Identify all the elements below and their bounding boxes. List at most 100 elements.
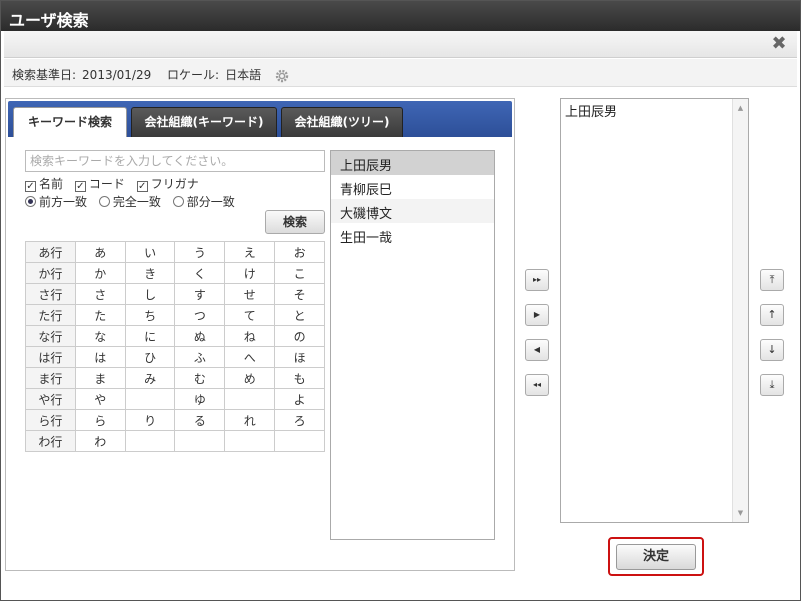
kana-row-header[interactable]: ま行 (25, 367, 76, 389)
result-item[interactable]: 上田辰男 (331, 151, 494, 175)
kana-cell[interactable]: ほ (274, 346, 325, 368)
kana-cell[interactable]: そ (274, 283, 325, 305)
checkbox-code[interactable]: ✓ コード (74, 175, 125, 192)
move-down-icon[interactable]: ↓ (760, 339, 784, 361)
result-item[interactable]: 大磯博文 (331, 199, 494, 223)
kana-cell[interactable]: れ (224, 409, 276, 431)
kana-cell[interactable]: ね (224, 325, 276, 347)
radio-partial-match[interactable]: 部分一致 (172, 193, 235, 210)
kana-cell (124, 430, 176, 452)
kana-cell[interactable]: し (124, 283, 176, 305)
kana-cell[interactable]: お (274, 241, 325, 263)
tab-keyword-search[interactable]: キーワード検索 (13, 107, 127, 137)
kana-cell[interactable]: こ (274, 262, 325, 284)
kana-cell[interactable]: と (274, 304, 325, 326)
kana-row-header[interactable]: や行 (25, 388, 76, 410)
kana-index-table: あ行あいうえおか行かきくけこさ行さしすせそた行たちつてとな行なにぬねのは行はひふ… (25, 241, 325, 452)
kana-cell[interactable]: み (124, 367, 176, 389)
search-button[interactable]: 検索 (265, 210, 325, 234)
kana-row-header[interactable]: さ行 (25, 283, 76, 305)
kana-cell[interactable]: る (174, 409, 226, 431)
kana-row-header[interactable]: か行 (25, 262, 76, 284)
kana-row-header[interactable]: あ行 (25, 241, 76, 263)
selected-user-item[interactable]: 上田辰男 (561, 99, 748, 120)
search-result-list: 上田辰男 青柳辰巳 大磯博文 生田一哉 (330, 150, 495, 540)
kana-cell[interactable]: あ (74, 241, 126, 263)
base-date-label: 検索基準日: (12, 68, 77, 82)
kana-cell[interactable]: よ (274, 388, 325, 410)
kana-cell[interactable]: ち (124, 304, 176, 326)
kana-cell[interactable]: い (124, 241, 176, 263)
kana-cell[interactable]: て (224, 304, 276, 326)
kana-cell[interactable]: め (224, 367, 276, 389)
kana-row: あ行あいうえお (25, 241, 325, 263)
kana-cell[interactable]: た (74, 304, 126, 326)
scroll-down-icon[interactable]: ▼ (733, 506, 748, 520)
kana-cell[interactable]: は (74, 346, 126, 368)
kana-cell[interactable]: り (124, 409, 176, 431)
kana-cell[interactable]: わ (74, 430, 126, 452)
scroll-up-icon[interactable]: ▲ (733, 101, 748, 115)
result-item[interactable]: 生田一哉 (331, 223, 494, 247)
scrollbar[interactable]: ▲ ▼ (732, 99, 748, 522)
decide-button[interactable]: 決定 (616, 544, 696, 570)
kana-cell[interactable]: え (224, 241, 276, 263)
kana-cell[interactable]: ふ (174, 346, 226, 368)
radio-prefix-match[interactable]: 前方一致 (25, 193, 87, 210)
kana-row: た行たちつてと (25, 304, 325, 326)
selected-user-list[interactable]: 上田辰男 ▲ ▼ (560, 98, 749, 523)
remove-icon[interactable]: ◀ (525, 339, 549, 361)
kana-cell[interactable]: む (174, 367, 226, 389)
kana-row-header[interactable]: な行 (25, 325, 76, 347)
kana-cell[interactable]: ぬ (174, 325, 226, 347)
checkbox-furigana[interactable]: ✓ フリガナ (136, 175, 199, 192)
add-icon[interactable]: ▶ (525, 304, 549, 326)
kana-cell[interactable]: け (224, 262, 276, 284)
kana-cell[interactable]: ら (74, 409, 126, 431)
kana-cell[interactable]: の (274, 325, 325, 347)
kana-cell[interactable]: ゆ (174, 388, 226, 410)
radio-exact-match[interactable]: 完全一致 (98, 193, 161, 210)
kana-row-header[interactable]: は行 (25, 346, 76, 368)
kana-cell[interactable]: へ (224, 346, 276, 368)
kana-cell (274, 430, 325, 452)
result-item[interactable]: 青柳辰巳 (331, 175, 494, 199)
kana-row: な行なにぬねの (25, 325, 325, 347)
keyword-input[interactable] (25, 150, 325, 172)
radio-icon (98, 196, 110, 207)
kana-cell[interactable]: に (124, 325, 176, 347)
tab-org-tree[interactable]: 会社組織(ツリー) (281, 107, 403, 137)
tab-strip: キーワード検索 会社組織(キーワード) 会社組織(ツリー) (8, 101, 512, 137)
kana-cell[interactable]: つ (174, 304, 226, 326)
dialog-title: ユーザ検索 (1, 1, 800, 31)
kana-cell[interactable]: き (124, 262, 176, 284)
kana-cell[interactable]: ま (74, 367, 126, 389)
checkbox-name[interactable]: ✓ 名前 (25, 175, 63, 192)
kana-cell[interactable]: さ (74, 283, 126, 305)
kana-cell[interactable]: も (274, 367, 325, 389)
kana-cell[interactable]: や (74, 388, 126, 410)
tab-org-keyword[interactable]: 会社組織(キーワード) (131, 107, 277, 137)
gear-icon[interactable] (275, 69, 289, 83)
kana-cell[interactable]: く (174, 262, 226, 284)
kana-cell[interactable]: な (74, 325, 126, 347)
move-top-icon[interactable]: ⤒ (760, 269, 784, 291)
kana-row: さ行さしすせそ (25, 283, 325, 305)
kana-cell[interactable]: か (74, 262, 126, 284)
kana-row-header[interactable]: ら行 (25, 409, 76, 431)
kana-cell[interactable]: す (174, 283, 226, 305)
kana-row-header[interactable]: た行 (25, 304, 76, 326)
kana-cell[interactable]: ろ (274, 409, 325, 431)
close-icon[interactable]: ✖ (769, 34, 789, 54)
kana-cell[interactable]: せ (224, 283, 276, 305)
move-bottom-icon[interactable]: ⤓ (760, 374, 784, 396)
remove-all-icon[interactable]: ◂◂ (525, 374, 549, 396)
kana-cell[interactable]: ひ (124, 346, 176, 368)
add-all-icon[interactable]: ▸▸ (525, 269, 549, 291)
move-up-icon[interactable]: ↑ (760, 304, 784, 326)
match-mode-options: 前方一致 完全一致 部分一致 (25, 193, 243, 210)
kana-row-header[interactable]: わ行 (25, 430, 76, 452)
kana-cell[interactable]: う (174, 241, 226, 263)
checkbox-icon: ✓ (74, 181, 86, 192)
search-panel: キーワード検索 会社組織(キーワード) 会社組織(ツリー) ✓名前 ✓コード ✓… (5, 98, 515, 571)
